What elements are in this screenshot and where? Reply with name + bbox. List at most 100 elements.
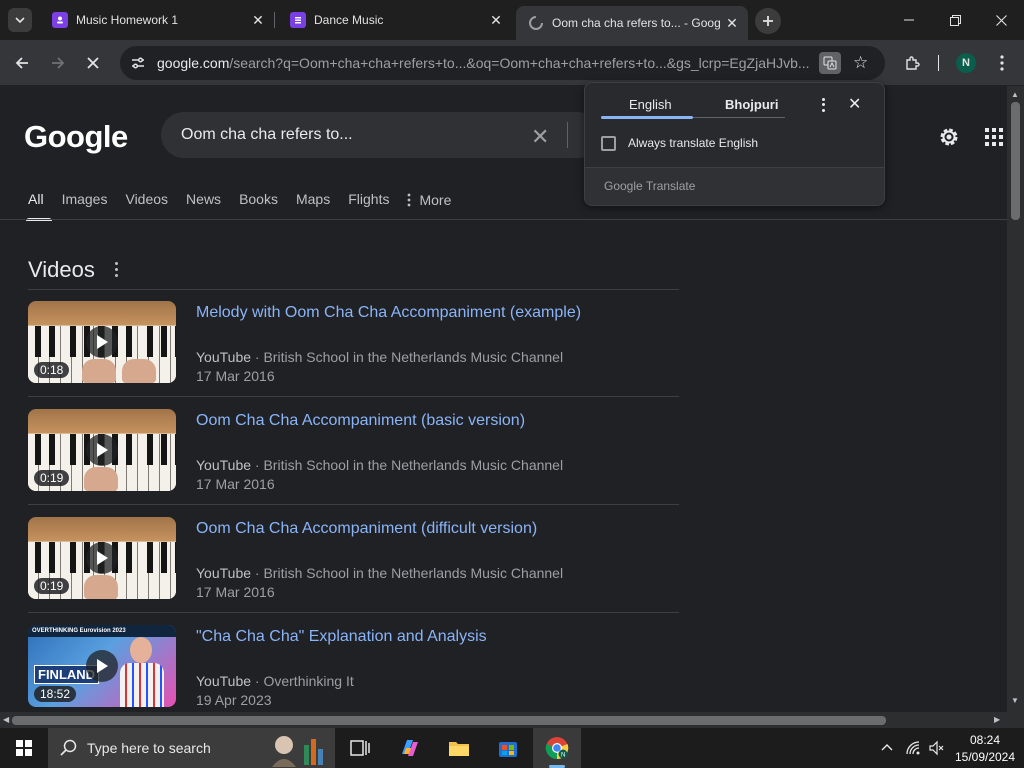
network-wifi-icon[interactable]: [905, 740, 921, 759]
vertical-scrollbar[interactable]: ▲ ▼: [1007, 86, 1024, 712]
translate-options-icon[interactable]: [820, 97, 826, 113]
video-result[interactable]: OVERTHINKING Eurovision 2023 FINLAND 18:…: [28, 625, 679, 712]
tab-search-button[interactable]: [8, 8, 32, 32]
video-duration: 18:52: [34, 686, 77, 702]
tab-books[interactable]: Books: [239, 191, 278, 221]
horizontal-scroll-thumb[interactable]: [12, 716, 886, 725]
video-duration: 0:19: [34, 578, 70, 594]
site-settings-icon[interactable]: [130, 55, 146, 76]
tab-news[interactable]: News: [186, 191, 221, 221]
close-window-button[interactable]: [978, 0, 1024, 40]
video-result[interactable]: 0:19 Oom Cha Cha Accompaniment (basic ve…: [28, 409, 679, 517]
play-icon[interactable]: [86, 326, 118, 358]
video-result[interactable]: 0:19 Oom Cha Cha Accompaniment (difficul…: [28, 517, 679, 625]
clear-search-icon[interactable]: ✕: [531, 124, 549, 150]
tab-flights[interactable]: Flights: [348, 191, 389, 221]
video-title-link[interactable]: "Cha Cha Cha" Explanation and Analysis: [196, 628, 487, 646]
vertical-scroll-thumb[interactable]: [1011, 102, 1020, 220]
taskbar-clock[interactable]: 08:24 15/09/2024: [952, 732, 1018, 766]
stop-loading-button[interactable]: [79, 49, 107, 77]
video-meta: YouTube · Overthinking It: [196, 673, 354, 689]
arrow-right-icon: [52, 57, 65, 69]
video-thumbnail[interactable]: 0:19: [28, 517, 176, 599]
close-icon: [87, 57, 99, 69]
video-thumbnail[interactable]: 0:18: [28, 301, 176, 383]
play-icon[interactable]: [86, 650, 118, 682]
tab-more-label: More: [419, 192, 452, 208]
play-icon[interactable]: [86, 542, 118, 574]
browser-menu-button[interactable]: [988, 49, 1016, 77]
windows-start-icon[interactable]: [16, 740, 32, 756]
file-explorer-icon[interactable]: [447, 736, 471, 760]
task-view-icon[interactable]: [348, 736, 372, 760]
video-duration: 0:18: [34, 362, 70, 378]
video-channel: British School in the Netherlands Music …: [263, 565, 564, 581]
always-translate-checkbox[interactable]: [601, 136, 616, 151]
video-result[interactable]: 0:18 Melody with Oom Cha Cha Accompanime…: [28, 301, 679, 409]
microsoft-store-icon[interactable]: [496, 736, 520, 760]
scroll-up-arrow-icon[interactable]: ▲: [1011, 90, 1019, 99]
close-popup-icon[interactable]: ✕: [848, 94, 861, 114]
scroll-left-arrow-icon[interactable]: ◀: [3, 715, 9, 724]
close-tab-icon[interactable]: ✕: [724, 15, 740, 31]
translate-tab-target[interactable]: Bhojpuri: [725, 97, 778, 112]
videos-options-icon[interactable]: [112, 260, 120, 278]
video-thumbnail[interactable]: OVERTHINKING Eurovision 2023 FINLAND 18:…: [28, 625, 176, 707]
extensions-button[interactable]: [898, 49, 926, 77]
divider: [28, 396, 679, 397]
back-button[interactable]: [8, 49, 36, 77]
close-tab-icon[interactable]: ✕: [488, 12, 504, 28]
video-source: YouTube: [196, 673, 252, 689]
tab-google-search[interactable]: Oom cha cha refers to... - Goog ✕: [516, 6, 748, 40]
search-box[interactable]: Oom cha cha refers to... ✕: [161, 112, 601, 158]
scroll-down-arrow-icon[interactable]: ▼: [1011, 696, 1019, 705]
tab-images[interactable]: Images: [62, 191, 108, 221]
search-input[interactable]: Oom cha cha refers to...: [181, 126, 353, 144]
divider: [28, 289, 679, 290]
close-tab-icon[interactable]: ✕: [250, 12, 266, 28]
play-icon[interactable]: [86, 434, 118, 466]
video-title-link[interactable]: Oom Cha Cha Accompaniment (difficult ver…: [196, 520, 537, 538]
video-title-link[interactable]: Oom Cha Cha Accompaniment (basic version…: [196, 412, 525, 430]
scroll-right-arrow-icon[interactable]: ▶: [994, 715, 1000, 724]
tab-videos[interactable]: Videos: [125, 191, 168, 221]
chrome-icon[interactable]: N: [545, 736, 569, 760]
show-hidden-icons-icon[interactable]: [880, 740, 894, 757]
translate-page-icon[interactable]: [819, 52, 841, 74]
new-tab-button[interactable]: [755, 8, 781, 34]
taskbar-search-placeholder: Type here to search: [87, 740, 211, 756]
video-source: YouTube: [196, 349, 252, 365]
tab-maps[interactable]: Maps: [296, 191, 330, 221]
google-logo[interactable]: Google: [24, 119, 128, 155]
profile-avatar[interactable]: N: [956, 53, 976, 73]
more-vertical-icon: [1000, 55, 1004, 71]
translate-tab-source[interactable]: English: [629, 97, 672, 112]
copilot-icon[interactable]: [398, 736, 422, 760]
plus-icon: [763, 16, 773, 26]
minimize-button[interactable]: [886, 0, 932, 40]
search-icon: [60, 739, 77, 756]
always-translate-label[interactable]: Always translate English: [628, 136, 758, 150]
restore-button[interactable]: [932, 0, 978, 40]
scroll-corner: [1007, 712, 1024, 728]
video-thumbnail[interactable]: 0:19: [28, 409, 176, 491]
bookmark-star-icon[interactable]: ☆: [853, 52, 868, 74]
taskbar-search-box[interactable]: Type here to search: [48, 728, 335, 768]
svg-text:N: N: [561, 753, 565, 759]
video-title-link[interactable]: Melody with Oom Cha Cha Accompaniment (e…: [196, 304, 581, 322]
forward-button[interactable]: [44, 49, 72, 77]
settings-gear-icon[interactable]: [937, 125, 961, 154]
address-bar[interactable]: google.com/search?q=Oom+cha+cha+refers+t…: [120, 46, 885, 80]
tab-separator: [274, 12, 275, 28]
forms-favicon-icon: [290, 12, 306, 28]
tab-more[interactable]: More: [407, 191, 451, 221]
loading-spinner-icon: [528, 15, 544, 31]
url-text[interactable]: google.com/search?q=Oom+cha+cha+refers+t…: [157, 55, 812, 71]
volume-muted-icon[interactable]: [928, 740, 944, 759]
tab-all[interactable]: All: [26, 191, 51, 221]
google-apps-icon[interactable]: [985, 128, 1003, 151]
horizontal-scrollbar[interactable]: ◀ ▶: [0, 712, 1007, 728]
tab-dance-music[interactable]: Dance Music ✕: [278, 4, 512, 36]
translate-tab-indicator: [601, 116, 693, 119]
tab-music-homework[interactable]: Music Homework 1 ✕: [40, 4, 275, 36]
